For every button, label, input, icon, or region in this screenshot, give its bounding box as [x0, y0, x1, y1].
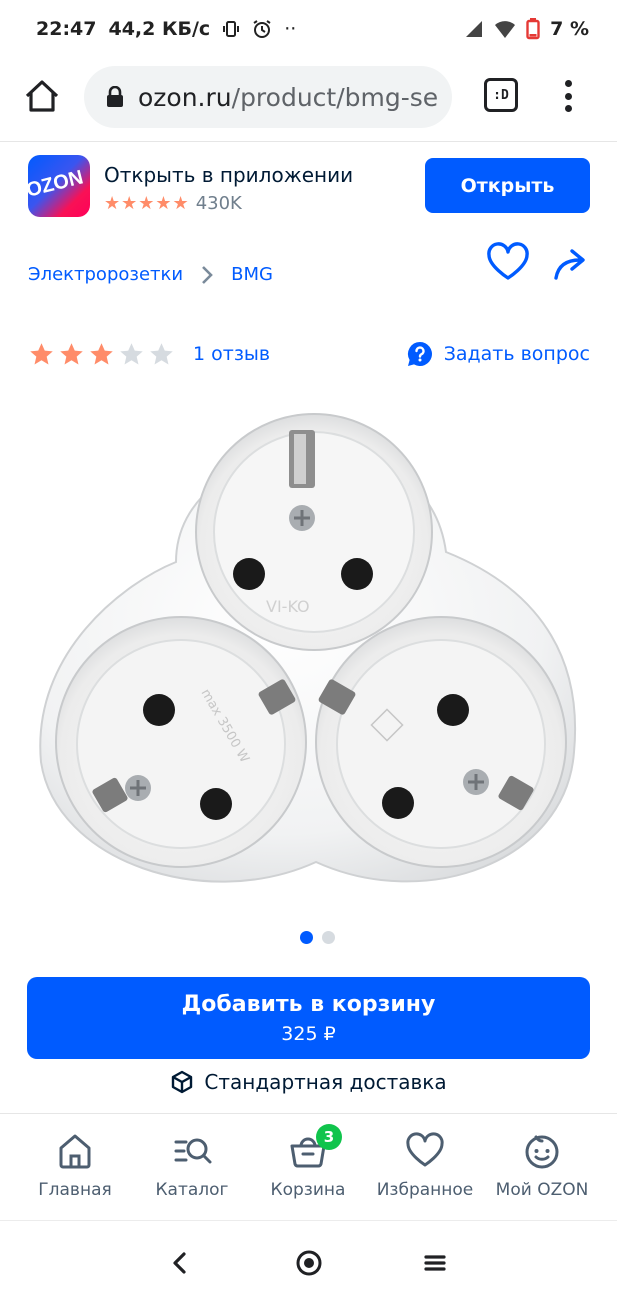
add-to-cart-button[interactable]: Добавить в корзину 325 ₽: [27, 977, 590, 1059]
home-circle-icon: [296, 1250, 322, 1276]
browser-toolbar: ozon.ru/product/bmg-se :D: [0, 58, 617, 142]
open-in-app-button[interactable]: Открыть: [425, 158, 590, 213]
url-host: ozon.ru: [138, 82, 232, 112]
url-text: ozon.ru/product/bmg-se: [138, 83, 438, 112]
status-bar: 22:47 44,2 КБ/с ·· 7 %: [0, 0, 617, 58]
alarm-icon: [252, 19, 272, 39]
back-chevron-icon: [173, 1252, 186, 1274]
carousel-dot-active[interactable]: [300, 931, 313, 944]
product-rating-row: 1 отзыв Задать вопрос: [28, 338, 590, 370]
breadcrumb-item-category[interactable]: Электророзетки: [28, 264, 183, 285]
tab-switcher-button[interactable]: :D: [484, 78, 518, 112]
triple-socket-illustration: VI-KO max 3500 W: [39, 413, 577, 883]
carousel-dot[interactable]: [322, 931, 335, 944]
cell-signal-icon: [464, 19, 484, 39]
delivery-label: Стандартная доставка: [204, 1070, 447, 1094]
product-image[interactable]: VI-KO max 3500 W: [26, 392, 591, 922]
app-install-banner: OZON Открыть в приложении ★★★★★ 430K Отк…: [0, 143, 617, 231]
share-icon[interactable]: [552, 246, 588, 282]
bottom-navigation: Главная Каталог 3 Корзина Избранное Мой …: [0, 1113, 617, 1219]
menu-dot: [564, 105, 572, 112]
breadcrumb-item-brand[interactable]: BMG: [231, 264, 273, 285]
nav-item-cart[interactable]: 3 Корзина: [248, 1124, 368, 1200]
delivery-info: Стандартная доставка: [0, 1070, 617, 1094]
heart-icon: [406, 1132, 444, 1167]
menu-dot: [564, 80, 572, 87]
heart-icon[interactable]: [486, 242, 530, 282]
nav-item-label: Главная: [38, 1180, 112, 1200]
menu-dot: [564, 92, 572, 100]
system-back-button[interactable]: [160, 1243, 200, 1283]
url-path: /product/bmg-se: [231, 82, 439, 112]
app-banner-title: Открыть в приложении: [104, 163, 354, 187]
address-bar[interactable]: ozon.ru/product/bmg-se: [84, 66, 452, 128]
wifi-icon: [494, 19, 516, 39]
catalog-search-icon: [174, 1138, 212, 1164]
nav-item-favorites[interactable]: Избранное: [365, 1130, 485, 1200]
nav-item-label: Каталог: [155, 1180, 229, 1200]
socket-brand-label: VI-KO: [266, 597, 310, 616]
battery-low-icon: [526, 18, 540, 40]
breadcrumb: Электророзетки BMG: [28, 264, 273, 285]
browser-home-button[interactable]: [22, 76, 62, 116]
app-rating: ★★★★★ 430K: [104, 193, 242, 214]
nav-item-home[interactable]: Главная: [15, 1130, 135, 1200]
star-empty-icon: [150, 342, 173, 365]
star-filled-icon: [60, 342, 83, 365]
system-home-button[interactable]: [289, 1243, 329, 1283]
nav-item-label: Избранное: [376, 1180, 474, 1200]
app-rating-count: 430K: [195, 193, 242, 214]
star-empty-icon: [120, 342, 143, 365]
vibrate-icon: [222, 20, 240, 38]
star-filled-icon: [30, 342, 53, 365]
system-recents-button[interactable]: [415, 1243, 455, 1283]
ozon-app-logo: OZON: [28, 155, 90, 217]
system-navigation-bar: [0, 1220, 617, 1301]
star-filled-icon: [90, 342, 113, 365]
image-carousel-dots: [300, 931, 335, 944]
cart-count-badge: 3: [316, 1124, 342, 1150]
ask-question-link[interactable]: Задать вопрос: [406, 340, 590, 368]
home-icon: [25, 80, 59, 112]
nav-item-label: Корзина: [270, 1180, 346, 1200]
rating-stars: [28, 341, 175, 368]
status-network-speed: 44,2 КБ/с: [108, 18, 211, 40]
home-icon: [59, 1134, 91, 1169]
recents-icon: [424, 1255, 446, 1271]
question-bubble-icon: [407, 342, 432, 366]
nav-item-label: Мой OZON: [495, 1180, 589, 1200]
ozon-logo-text: OZON: [28, 166, 86, 202]
ask-question-label: Задать вопрос: [443, 343, 590, 365]
browser-menu-button[interactable]: [555, 76, 581, 116]
profile-icon: [525, 1135, 559, 1169]
nav-item-profile[interactable]: Мой OZON: [482, 1130, 602, 1200]
lock-icon: [106, 86, 124, 108]
status-time: 22:47: [36, 18, 97, 40]
app-rating-stars: ★★★★★: [104, 193, 190, 213]
add-to-cart-label: Добавить в корзину: [181, 991, 436, 1017]
product-price: 325 ₽: [281, 1022, 336, 1045]
battery-percent: 7 %: [550, 18, 589, 40]
chevron-right-icon: [201, 265, 213, 285]
nav-item-catalog[interactable]: Каталог: [132, 1130, 252, 1200]
tab-switcher-label: :D: [493, 87, 509, 103]
status-more: ··: [284, 18, 297, 40]
reviews-link[interactable]: 1 отзыв: [193, 343, 270, 365]
box-icon: [172, 1070, 193, 1094]
